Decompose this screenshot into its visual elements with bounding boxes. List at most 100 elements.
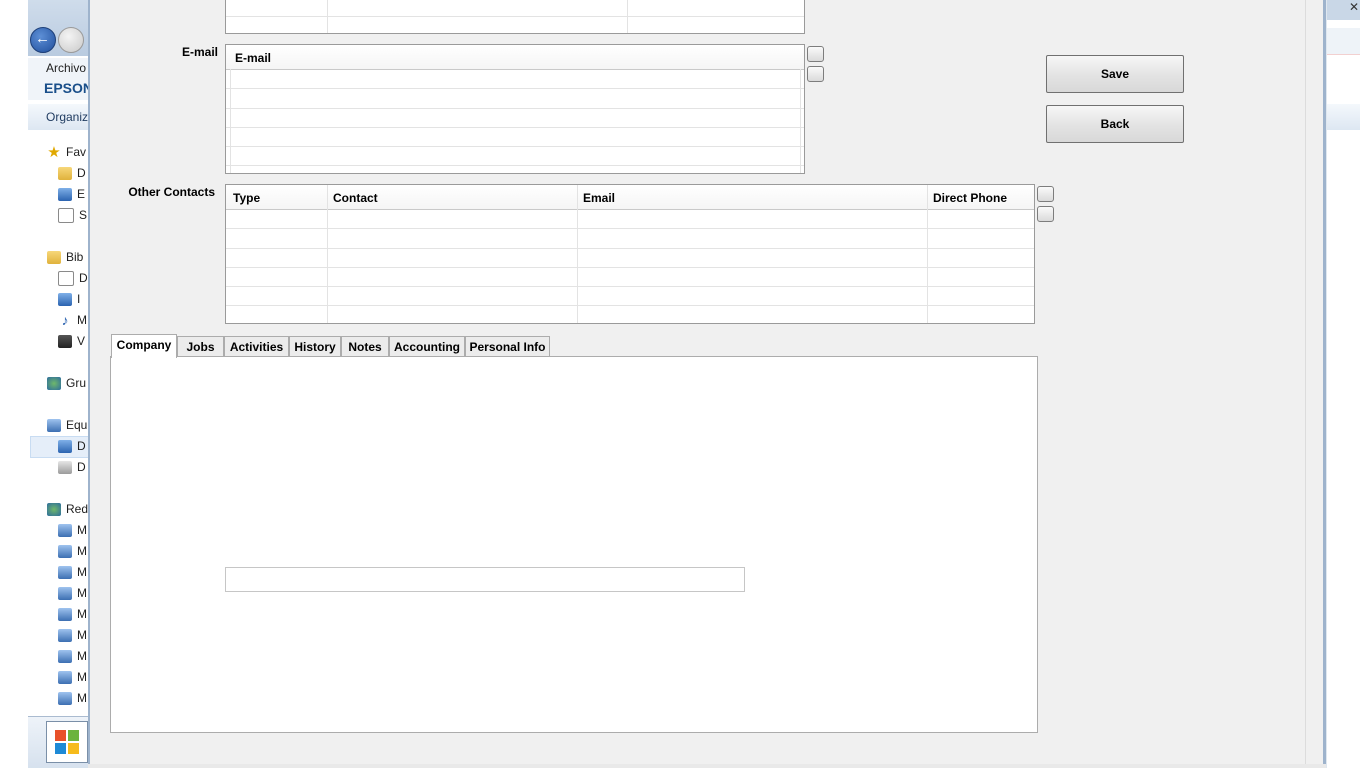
tree-item[interactable]: M bbox=[58, 670, 87, 685]
tree-item[interactable]: M bbox=[58, 565, 87, 580]
table-row[interactable] bbox=[226, 69, 804, 89]
other-contacts-remove-button[interactable] bbox=[1037, 206, 1054, 222]
table-row[interactable] bbox=[226, 248, 1034, 268]
back-nav-icon[interactable] bbox=[30, 27, 56, 53]
table-row[interactable] bbox=[226, 229, 1034, 249]
email-grid-header: E-mail bbox=[226, 45, 804, 70]
table-row[interactable] bbox=[226, 209, 1034, 229]
disk-icon bbox=[58, 440, 72, 454]
column-header-email[interactable]: E-mail bbox=[235, 51, 271, 65]
email-grid[interactable]: E-mail bbox=[225, 44, 805, 174]
email-remove-button[interactable] bbox=[807, 66, 824, 82]
tree-item[interactable]: D bbox=[58, 439, 86, 454]
network-computer-icon bbox=[58, 566, 72, 580]
tree-item[interactable]: S bbox=[58, 208, 87, 224]
table-row[interactable] bbox=[226, 89, 804, 109]
previous-grid-fragment[interactable] bbox=[225, 0, 805, 34]
column-header-contact[interactable]: Contact bbox=[333, 191, 378, 205]
tab-accounting[interactable]: Accounting bbox=[389, 336, 465, 357]
back-button[interactable]: Back bbox=[1046, 105, 1184, 143]
other-contacts-grid[interactable]: Type Contact Email Direct Phone bbox=[225, 184, 1035, 324]
network-icon bbox=[47, 503, 61, 517]
background-toolbar bbox=[1327, 104, 1360, 130]
menu-archivo[interactable]: Archivo bbox=[46, 61, 86, 75]
tree-item-libraries[interactable]: Bib bbox=[47, 250, 83, 265]
email-label: E-mail bbox=[181, 45, 218, 59]
tab-history[interactable]: History bbox=[289, 336, 341, 357]
star-icon: ★ bbox=[47, 144, 61, 162]
tree-item-favorites[interactable]: ★ Fav bbox=[47, 144, 86, 162]
tree-item[interactable]: D bbox=[58, 460, 86, 475]
video-icon bbox=[58, 335, 72, 349]
company-tab-panel bbox=[110, 356, 1038, 733]
column-header-type[interactable]: Type bbox=[233, 191, 260, 205]
tree-item[interactable]: M bbox=[58, 607, 87, 622]
table-row[interactable] bbox=[226, 127, 804, 147]
tree-item[interactable]: D bbox=[58, 166, 86, 181]
document-icon bbox=[58, 271, 74, 287]
tree-item-network[interactable]: Red bbox=[47, 502, 88, 517]
windows-logo-icon bbox=[55, 730, 79, 754]
table-row[interactable] bbox=[226, 286, 1034, 306]
tree-item[interactable]: ♪ M bbox=[58, 312, 88, 329]
tree-item[interactable]: M bbox=[58, 523, 87, 538]
table-row[interactable] bbox=[226, 305, 1034, 323]
desktop-icon bbox=[58, 188, 72, 202]
tree-item[interactable]: M bbox=[58, 628, 87, 643]
tab-company[interactable]: Company bbox=[111, 334, 177, 358]
network-computer-icon bbox=[58, 545, 72, 559]
network-computer-icon bbox=[58, 692, 72, 706]
network-computer-icon bbox=[58, 650, 72, 664]
homegroup-icon bbox=[47, 377, 61, 391]
dialog-bottom-edge bbox=[88, 764, 1326, 768]
recent-icon bbox=[58, 208, 74, 224]
tree-item[interactable]: M bbox=[58, 544, 87, 559]
explorer-breadcrumb[interactable]: EPSON bbox=[44, 80, 90, 96]
tab-jobs[interactable]: Jobs bbox=[177, 336, 224, 357]
tree-item[interactable]: M bbox=[58, 691, 87, 706]
other-contacts-grid-header: Type Contact Email Direct Phone bbox=[226, 185, 1034, 210]
table-row[interactable] bbox=[226, 108, 804, 128]
tree-item[interactable]: I bbox=[58, 292, 80, 307]
company-field-input[interactable] bbox=[225, 567, 745, 592]
column-header-email[interactable]: Email bbox=[583, 191, 615, 205]
network-computer-icon bbox=[58, 629, 72, 643]
tree-item[interactable]: M bbox=[58, 649, 87, 664]
network-computer-icon bbox=[58, 608, 72, 622]
network-computer-icon bbox=[58, 524, 72, 538]
table-row[interactable] bbox=[226, 146, 804, 166]
organize-button[interactable]: Organiz bbox=[46, 110, 88, 124]
tree-item[interactable]: D bbox=[58, 271, 88, 287]
computer-icon bbox=[47, 419, 61, 433]
tree-item-homegroup[interactable]: Gru bbox=[47, 376, 86, 391]
column-header-direct-phone[interactable]: Direct Phone bbox=[933, 191, 1007, 205]
table-row[interactable] bbox=[226, 267, 1034, 287]
library-icon bbox=[47, 251, 61, 265]
other-contacts-label: Other Contacts bbox=[128, 185, 215, 199]
tree-item-computer[interactable]: Equ bbox=[47, 418, 87, 433]
background-window-right-edge bbox=[1327, 0, 1360, 768]
music-icon: ♪ bbox=[61, 312, 69, 329]
image-icon bbox=[58, 293, 72, 307]
drive-icon bbox=[58, 461, 72, 475]
network-computer-icon bbox=[58, 671, 72, 685]
background-edge bbox=[0, 0, 28, 768]
taskbar bbox=[28, 716, 90, 768]
tree-item[interactable]: V bbox=[58, 334, 85, 349]
explorer-toolbar: Organiz bbox=[28, 104, 90, 130]
tab-notes[interactable]: Notes bbox=[341, 336, 389, 357]
background-address-bar bbox=[1327, 28, 1360, 55]
background-explorer-window: Archivo EPSON Organiz ★Fav D E S Bib D I… bbox=[0, 0, 90, 768]
tree-item[interactable]: M bbox=[58, 586, 87, 601]
close-icon[interactable]: ✕ bbox=[1349, 0, 1360, 16]
tab-activities[interactable]: Activities bbox=[224, 336, 289, 357]
network-computer-icon bbox=[58, 587, 72, 601]
folder-icon bbox=[58, 167, 72, 181]
start-button[interactable] bbox=[46, 721, 88, 763]
email-add-button[interactable] bbox=[807, 46, 824, 62]
other-contacts-add-button[interactable] bbox=[1037, 186, 1054, 202]
save-button[interactable]: Save bbox=[1046, 55, 1184, 93]
forward-nav-icon[interactable] bbox=[58, 27, 84, 53]
tab-personal-info[interactable]: Personal Info bbox=[465, 336, 550, 357]
tree-item[interactable]: E bbox=[58, 187, 85, 202]
